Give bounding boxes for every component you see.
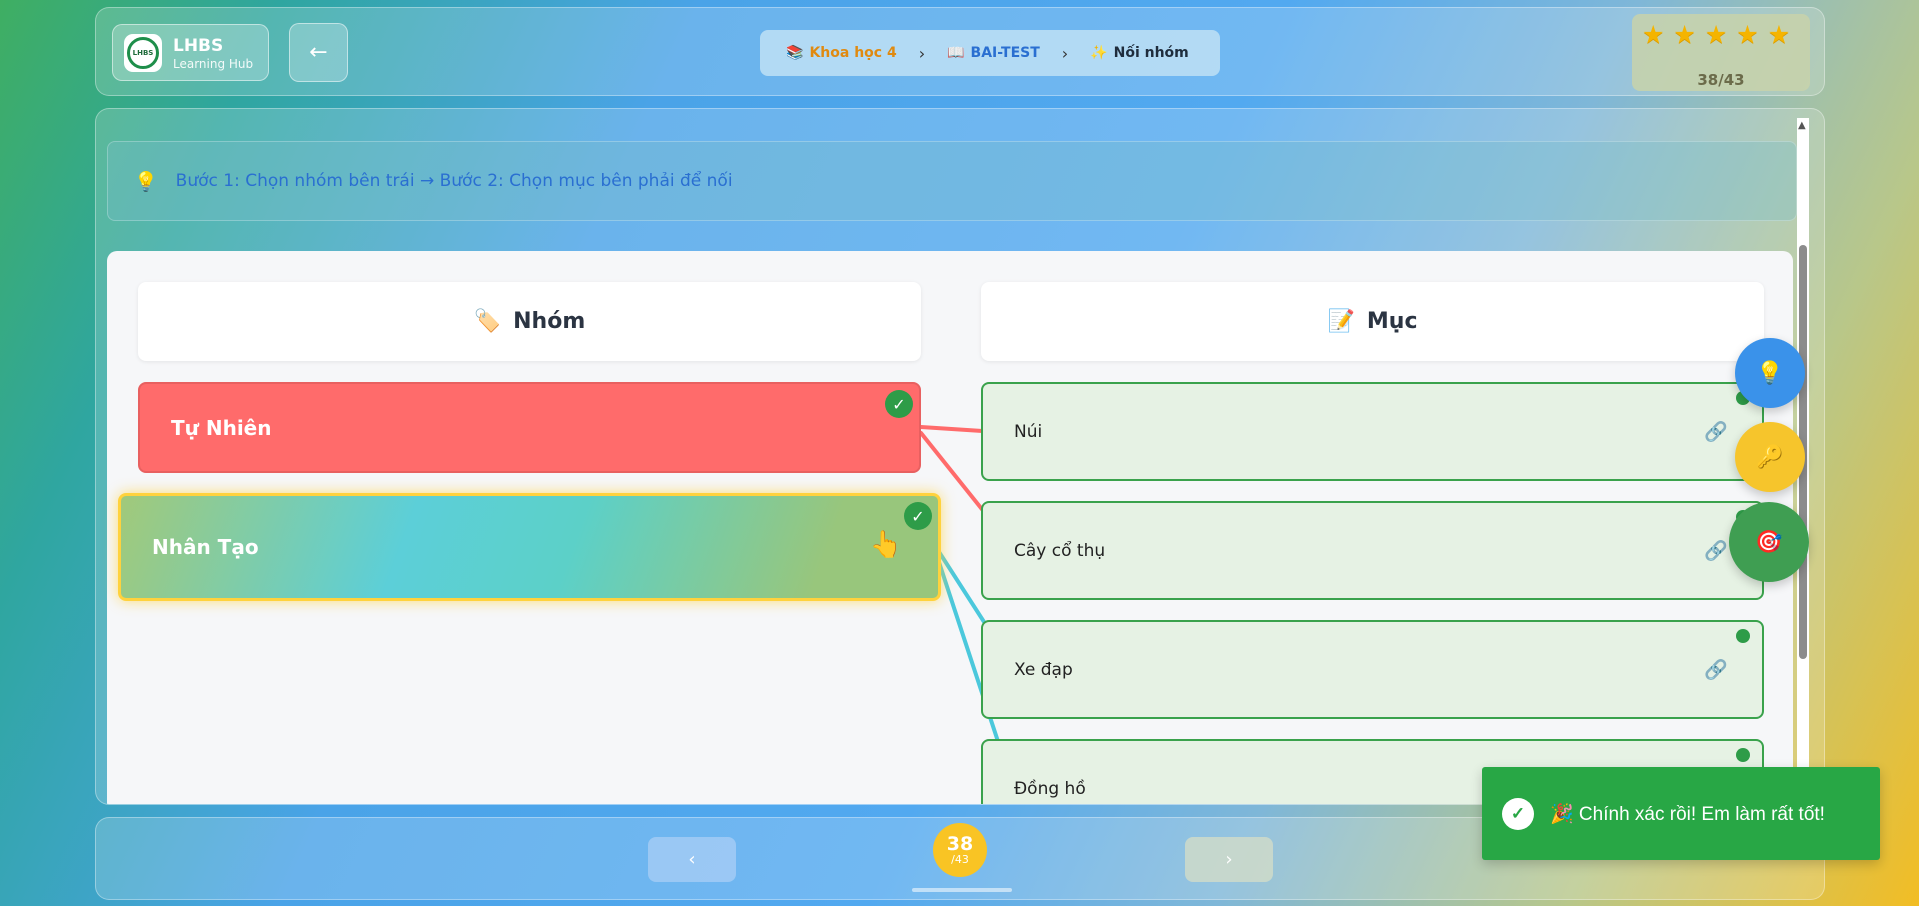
logo-subtitle: Learning Hub — [173, 57, 254, 71]
link-icon: 🔗 — [1704, 421, 1728, 443]
arrow-left-icon: ← — [309, 40, 328, 65]
item-nui[interactable]: Núi 🔗 — [981, 382, 1764, 481]
matching-board: 🏷️ Nhóm 📝 Mục Tự Nhiên ✓ Nhân Tạo ✓ 👆 Nú… — [107, 251, 1793, 804]
items-column-header: 📝 Mục — [981, 282, 1764, 361]
lightbulb-icon: 💡 — [134, 170, 158, 193]
star-icon: ★ — [1704, 20, 1728, 49]
item-label: Đồng hồ — [1014, 778, 1086, 799]
progress-count: 38/43 — [1697, 71, 1745, 89]
back-button[interactable]: ← — [289, 23, 348, 82]
star-icon: ★ — [1642, 20, 1665, 49]
prev-button[interactable]: ‹ — [648, 837, 736, 882]
chevron-right-icon: › — [1225, 849, 1233, 870]
item-label: Xe đạp — [1014, 659, 1073, 680]
item-label: Núi — [1014, 421, 1043, 442]
groups-column-title: Nhóm — [513, 309, 586, 334]
logo[interactable]: LHBS LHBS Learning Hub — [112, 24, 269, 81]
page-indicator: 38 /43 — [933, 823, 987, 877]
books-icon: 📚 — [786, 45, 804, 61]
status-dot — [1736, 748, 1750, 762]
star-icon: ★ — [1736, 20, 1759, 49]
breadcrumb-lesson-label: BAI-TEST — [970, 45, 1040, 61]
group-tu-nhien[interactable]: Tự Nhiên ✓ — [138, 382, 921, 473]
item-xe-dap[interactable]: Xe đạp 🔗 — [981, 620, 1764, 719]
group-nhan-tao[interactable]: Nhân Tạo ✓ 👆 — [118, 493, 941, 601]
check-circle-icon: ✓ — [1502, 797, 1534, 830]
link-icon: 🔗 — [1704, 540, 1728, 562]
page-total: /43 — [951, 853, 969, 866]
breadcrumb: 📚 Khoa học 4 › 📖 BAI-TEST › ✨ Nối nhóm — [760, 30, 1220, 76]
next-button[interactable]: › — [1185, 837, 1273, 882]
chevron-left-icon: ‹ — [688, 849, 696, 870]
logo-badge: LHBS — [124, 34, 162, 72]
star-icon: ★ — [1673, 20, 1696, 49]
memo-icon: 📝 — [1327, 309, 1355, 334]
page-progress-track — [912, 888, 1012, 892]
lightbulb-icon: 💡 — [1756, 360, 1784, 386]
hint-button[interactable]: 💡 — [1735, 338, 1805, 408]
toast-message: 🎉 Chính xác rồi! Em làm rất tốt! — [1550, 803, 1825, 825]
pointing-hand-icon: 👆 — [869, 530, 902, 560]
logo-title: LHBS — [173, 36, 224, 56]
breadcrumb-course[interactable]: 📚 Khoa học 4 — [786, 45, 897, 61]
link-icon: 🔗 — [1704, 659, 1728, 681]
instruction-text: Bước 1: Chọn nhóm bên trái → Bước 2: Chọ… — [175, 171, 733, 191]
check-answer-button[interactable]: 🎯 — [1729, 502, 1809, 582]
score-panel: ★ ★ ★ ★ ★ 38/43 — [1632, 14, 1810, 91]
instruction-banner: 💡 Bước 1: Chọn nhóm bên trái → Bước 2: C… — [107, 141, 1797, 221]
chevron-right-icon: › — [918, 43, 926, 63]
groups-column-header: 🏷️ Nhóm — [138, 282, 921, 361]
logo-mark: LHBS — [127, 37, 159, 69]
check-icon: ✓ — [904, 502, 932, 530]
book-icon: 📖 — [947, 45, 965, 61]
status-dot — [1736, 629, 1750, 643]
group-label: Nhân Tạo — [152, 535, 259, 559]
breadcrumb-activity-label: Nối nhóm — [1113, 45, 1189, 61]
sparkles-icon: ✨ — [1090, 45, 1108, 61]
top-header: LHBS LHBS Learning Hub ← 📚 Khoa học 4 › … — [95, 7, 1825, 96]
main-panel: 💡 Bước 1: Chọn nhóm bên trái → Bước 2: C… — [95, 108, 1825, 805]
tag-icon: 🏷️ — [473, 309, 502, 334]
answer-key-button[interactable]: 🔑 — [1735, 422, 1805, 492]
item-label: Cây cổ thụ — [1014, 540, 1106, 561]
breadcrumb-activity: ✨ Nối nhóm — [1090, 45, 1189, 61]
star-rating: ★ ★ ★ ★ ★ — [1642, 22, 1790, 47]
star-icon: ★ — [1767, 20, 1791, 49]
target-icon: 🎯 — [1755, 529, 1783, 555]
key-icon: 🔑 — [1756, 444, 1784, 470]
check-icon: ✓ — [885, 390, 913, 418]
item-cay-co-thu[interactable]: Cây cổ thụ 🔗 — [981, 501, 1764, 600]
breadcrumb-course-label: Khoa học 4 — [809, 45, 897, 61]
items-column-title: Mục — [1366, 309, 1418, 334]
success-toast: ✓ 🎉 Chính xác rồi! Em làm rất tốt! — [1482, 767, 1880, 860]
breadcrumb-lesson[interactable]: 📖 BAI-TEST — [947, 45, 1040, 61]
page-number: 38 — [946, 833, 974, 855]
group-label: Tự Nhiên — [171, 415, 272, 440]
chevron-right-icon: › — [1061, 43, 1069, 63]
scroll-up-icon[interactable]: ▲ — [1798, 120, 1806, 131]
